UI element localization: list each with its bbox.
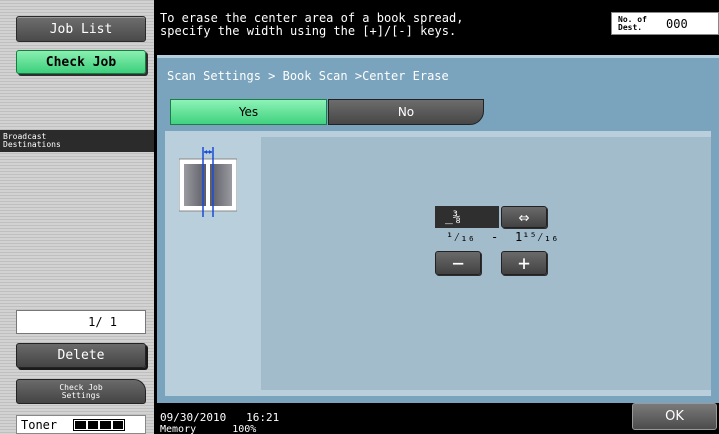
- settings-area: [261, 137, 711, 390]
- sidebar: Job List Check Job Broadcast Destination…: [0, 0, 154, 434]
- toner-gauge-icon: [73, 418, 126, 431]
- toner-label: Toner: [21, 417, 58, 432]
- check-job-button[interactable]: Check Job: [16, 50, 146, 74]
- toner-bar: [75, 420, 86, 429]
- dest-count-value: 000: [666, 16, 688, 31]
- plus-button[interactable]: +: [501, 251, 547, 275]
- toner-bar: [112, 420, 124, 429]
- status-bar: 09/30/2010 16:21 Memory 100% OK: [157, 403, 719, 434]
- ok-button[interactable]: OK: [632, 403, 717, 430]
- minus-button[interactable]: −: [435, 251, 481, 275]
- page-counter-text: 1/ 1: [88, 315, 117, 329]
- book-spread-icon: [179, 147, 237, 217]
- job-list-button[interactable]: Job List: [16, 16, 146, 42]
- breadcrumb: Scan Settings > Book Scan >Center Erase: [157, 55, 719, 95]
- width-toggle-arrows-icon[interactable]: ⇔: [501, 206, 547, 228]
- check-job-settings-button[interactable]: Check Job Settings: [16, 379, 146, 404]
- center-erase-panel: Scan Settings > Book Scan >Center Erase …: [157, 55, 719, 403]
- instruction-message: To erase the center area of a book sprea…: [160, 11, 464, 38]
- destination-count: No. of Dest. 000: [611, 12, 719, 35]
- broadcast-line2: Destinations: [3, 140, 61, 149]
- check-settings-line2: Settings: [61, 390, 101, 400]
- dest-label-line2: Dest.: [618, 22, 643, 32]
- yes-button[interactable]: Yes: [170, 99, 327, 125]
- range-max: 1¹⁵⁄₁₆: [515, 230, 559, 244]
- range-separator: -: [491, 230, 499, 244]
- dest-count-label: No. of Dest.: [618, 15, 660, 32]
- datetime: 09/30/2010 16:21: [160, 411, 280, 424]
- range-min: ¹⁄₁₆: [446, 230, 475, 244]
- page-counter: 1/ 1: [16, 310, 146, 334]
- toner-indicator: Toner: [16, 415, 146, 434]
- delete-button[interactable]: Delete: [16, 343, 146, 368]
- toner-bar: [100, 420, 111, 429]
- toner-bar: [87, 420, 99, 429]
- memory-status: Memory 100%: [160, 424, 257, 434]
- center-erase-width-value[interactable]: _⅜: [435, 206, 499, 228]
- no-button[interactable]: No: [328, 99, 484, 125]
- broadcast-destinations-label: Broadcast Destinations: [0, 130, 154, 152]
